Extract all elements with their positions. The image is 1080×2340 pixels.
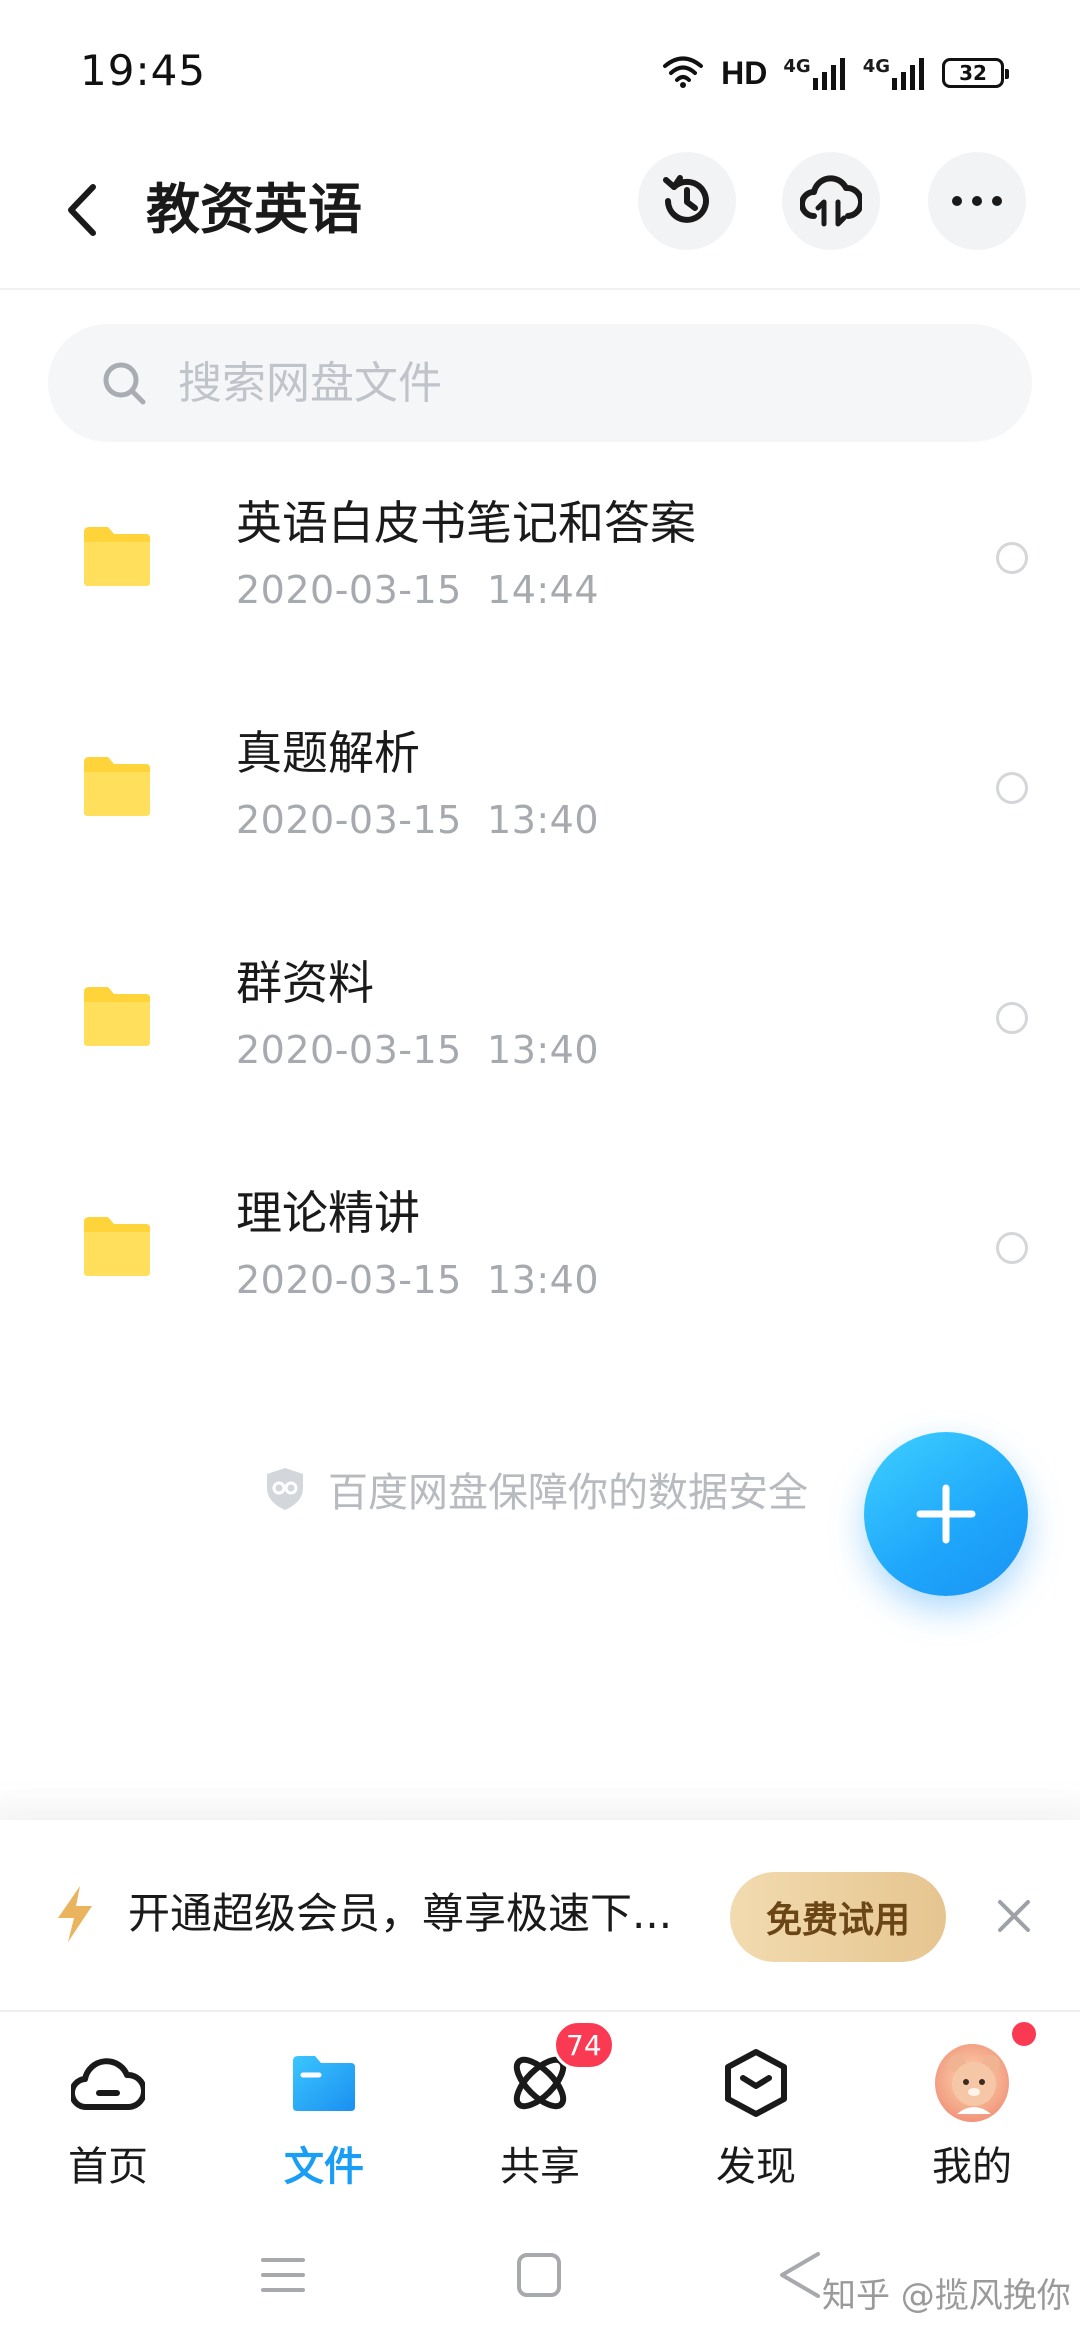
header: 教资英语 — [0, 140, 1080, 290]
file-row[interactable]: 英语白皮书笔记和答案 2020-03-15 14:44 — [0, 460, 1080, 690]
home-button[interactable] — [504, 2240, 574, 2310]
share-orbit-icon: 74 — [503, 2020, 615, 2120]
hd-label: HD — [721, 54, 768, 91]
file-date: 2020-03-15 14:44 — [236, 560, 599, 620]
tab-home[interactable]: 首页 — [28, 2046, 188, 2196]
select-radio[interactable] — [996, 542, 1028, 574]
shield-icon — [267, 1468, 303, 1510]
tab-discover[interactable]: 发现 — [676, 2046, 836, 2196]
back-button[interactable] — [52, 170, 112, 250]
file-row[interactable]: 真题解析 2020-03-15 13:40 — [0, 690, 1080, 920]
tab-files[interactable]: 文件 — [244, 2046, 404, 2196]
security-note: 百度网盘保障你的数据安全 — [264, 1460, 808, 1518]
more-icon — [952, 196, 1002, 206]
notification-dot — [1012, 2022, 1036, 2046]
search-icon — [103, 362, 146, 405]
tab-label: 发现 — [716, 2144, 796, 2190]
file-name: 理论精讲 — [236, 1186, 420, 1240]
tab-label: 首页 — [68, 2144, 148, 2190]
status-icons: HD 4G 4G 32 — [661, 50, 1009, 96]
file-date-time: 13:40 — [487, 798, 600, 842]
promo-text: 开通超级会员，尊享极速下... — [128, 1889, 673, 1938]
file-name: 真题解析 — [236, 726, 420, 780]
wifi-icon — [661, 53, 705, 93]
folder-icon — [84, 757, 150, 816]
menu-icon — [261, 2258, 305, 2292]
page-title: 教资英语 — [146, 178, 362, 241]
history-icon — [663, 175, 709, 223]
file-date-time: 14:44 — [487, 568, 600, 612]
search-bar[interactable] — [48, 324, 1032, 442]
file-list: 英语白皮书笔记和答案 2020-03-15 14:44 真题解析 2020-03… — [0, 460, 1080, 1380]
transfer-button[interactable] — [782, 152, 880, 250]
lightning-icon — [58, 1886, 92, 1942]
folder-icon — [84, 527, 150, 586]
tab-label: 共享 — [500, 2144, 580, 2190]
file-date-day: 2020-03-15 — [236, 568, 462, 612]
tab-bar: 首页 文件 74 共享 发现 我的 — [0, 2010, 1080, 2210]
file-row[interactable]: 理论精讲 2020-03-15 13:40 — [0, 1150, 1080, 1380]
discover-cube-icon — [719, 2046, 793, 2120]
cloud-home-icon — [71, 2046, 145, 2120]
folder-icon — [84, 987, 150, 1046]
select-radio[interactable] — [996, 1232, 1028, 1264]
tab-label: 文件 — [284, 2144, 364, 2190]
file-date: 2020-03-15 13:40 — [236, 1020, 599, 1080]
signal-label: 4G — [862, 56, 890, 77]
file-date-time: 13:40 — [487, 1028, 600, 1072]
watermark: 知乎 @揽风挽你 — [822, 2276, 1071, 2316]
battery-icon: 32 — [942, 58, 1009, 88]
triangle-back-icon — [780, 2252, 820, 2298]
file-date: 2020-03-15 13:40 — [236, 1250, 599, 1310]
back-arrow-icon — [68, 184, 96, 236]
promo-shadow — [0, 1780, 1080, 1820]
file-name: 英语白皮书笔记和答案 — [236, 496, 696, 550]
menu-button[interactable] — [248, 2240, 318, 2310]
file-name: 群资料 — [236, 956, 374, 1010]
signal-icon: 4G — [783, 56, 846, 90]
plus-icon — [916, 1484, 976, 1544]
free-trial-button[interactable]: 免费试用 — [730, 1872, 946, 1962]
folder-icon — [84, 1217, 150, 1276]
promo-banner[interactable]: 开通超级会员，尊享极速下... 免费试用 — [0, 1820, 1080, 2010]
file-date-time: 13:40 — [487, 1258, 600, 1302]
search-input[interactable] — [178, 357, 938, 409]
cloud-transfer-icon — [800, 175, 862, 227]
select-radio[interactable] — [996, 1002, 1028, 1034]
tab-label: 我的 — [932, 2144, 1012, 2190]
tab-share[interactable]: 74 共享 — [460, 2020, 620, 2196]
status-bar: 19:45 HD 4G 4G 32 — [0, 0, 1080, 140]
add-button[interactable] — [864, 1432, 1028, 1596]
security-text: 百度网盘保障你的数据安全 — [328, 1470, 808, 1516]
file-date: 2020-03-15 13:40 — [236, 790, 599, 850]
share-badge: 74 — [553, 2020, 615, 2070]
signal-icon: 4G — [863, 56, 926, 90]
history-button[interactable] — [638, 152, 736, 250]
avatar-wrap — [935, 2044, 1009, 2122]
square-icon — [517, 2253, 561, 2297]
promo-close-button[interactable] — [990, 1892, 1038, 1940]
select-radio[interactable] — [996, 772, 1028, 804]
tab-me[interactable]: 我的 — [892, 2044, 1052, 2196]
avatar — [935, 2044, 1009, 2122]
folder-icon — [287, 2046, 361, 2120]
status-time: 19:45 — [80, 46, 207, 95]
file-date-day: 2020-03-15 — [236, 1028, 462, 1072]
more-button[interactable] — [928, 152, 1026, 250]
file-row[interactable]: 群资料 2020-03-15 13:40 — [0, 920, 1080, 1150]
close-icon — [998, 1900, 1030, 1932]
file-date-day: 2020-03-15 — [236, 798, 462, 842]
file-date-day: 2020-03-15 — [236, 1258, 462, 1302]
signal-label: 4G — [783, 56, 811, 77]
